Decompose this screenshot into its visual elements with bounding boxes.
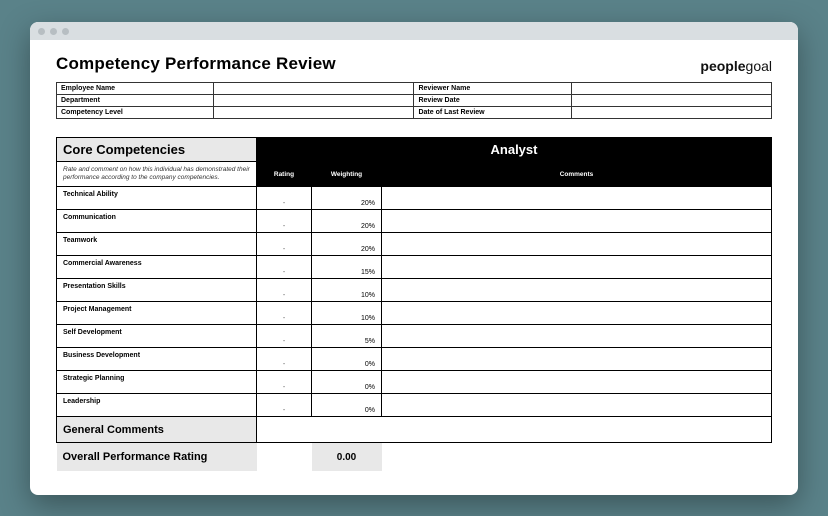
overall-rating-label: Overall Performance Rating: [57, 443, 257, 472]
competency-comment-cell[interactable]: [382, 210, 772, 233]
competency-comment-cell[interactable]: [382, 371, 772, 394]
competency-label: Strategic Planning: [57, 371, 257, 394]
competency-weight-cell: 0%: [312, 371, 382, 394]
competency-row: Commercial Awareness-15%: [57, 256, 772, 279]
core-competencies-heading: Core Competencies: [57, 138, 257, 162]
competency-rating-cell[interactable]: -: [257, 279, 312, 302]
meta-department-value[interactable]: [214, 95, 414, 107]
browser-window: Competency Performance Review peoplegoal…: [30, 22, 798, 495]
document-page: Competency Performance Review peoplegoal…: [30, 40, 798, 489]
brand-logo: peoplegoal: [700, 58, 772, 74]
competency-label: Leadership: [57, 394, 257, 417]
competency-label: Project Management: [57, 302, 257, 325]
competency-row: Communication-20%: [57, 210, 772, 233]
brand-light: goal: [746, 58, 772, 74]
role-heading: Analyst: [257, 138, 772, 162]
meta-table: Employee Name Reviewer Name Department R…: [56, 82, 772, 119]
competency-weight-cell: 15%: [312, 256, 382, 279]
competency-comment-cell[interactable]: [382, 256, 772, 279]
competency-rating-cell[interactable]: -: [257, 348, 312, 371]
competency-comment-cell[interactable]: [382, 233, 772, 256]
meta-competency-level-label: Competency Level: [57, 107, 214, 119]
general-comments-label: General Comments: [57, 417, 257, 443]
competency-label: Presentation Skills: [57, 279, 257, 302]
competency-weight-cell: 0%: [312, 348, 382, 371]
opr-empty: [382, 443, 772, 472]
overall-rating-value: 0.00: [312, 443, 382, 472]
competency-comment-cell[interactable]: [382, 302, 772, 325]
meta-department-label: Department: [57, 95, 214, 107]
page-title: Competency Performance Review: [56, 54, 336, 74]
competency-rating-cell[interactable]: -: [257, 233, 312, 256]
competency-comment-cell[interactable]: [382, 325, 772, 348]
competency-label: Teamwork: [57, 233, 257, 256]
competency-row: Presentation Skills-10%: [57, 279, 772, 302]
competency-label: Business Development: [57, 348, 257, 371]
competency-rating-cell[interactable]: -: [257, 325, 312, 348]
competency-comment-cell[interactable]: [382, 394, 772, 417]
meta-last-review-label: Date of Last Review: [414, 107, 571, 119]
competency-row: Teamwork-20%: [57, 233, 772, 256]
meta-reviewer-name-value[interactable]: [571, 83, 771, 95]
competency-comment-cell[interactable]: [382, 279, 772, 302]
competency-rating-cell[interactable]: -: [257, 302, 312, 325]
col-comments-header: Comments: [382, 162, 772, 187]
competency-weight-cell: 10%: [312, 279, 382, 302]
competency-row: Technical Ability-20%: [57, 187, 772, 210]
window-dot-close[interactable]: [38, 28, 45, 35]
competency-weight-cell: 20%: [312, 210, 382, 233]
competency-label: Communication: [57, 210, 257, 233]
competency-label: Commercial Awareness: [57, 256, 257, 279]
competency-rating-cell[interactable]: -: [257, 371, 312, 394]
competency-rating-cell[interactable]: -: [257, 256, 312, 279]
competency-row: Strategic Planning-0%: [57, 371, 772, 394]
competency-row: Business Development-0%: [57, 348, 772, 371]
meta-employee-name-value[interactable]: [214, 83, 414, 95]
competency-comment-cell[interactable]: [382, 187, 772, 210]
competency-rating-cell[interactable]: -: [257, 210, 312, 233]
meta-competency-level-value[interactable]: [214, 107, 414, 119]
brand-bold: people: [700, 58, 745, 74]
window-dot-minimize[interactable]: [50, 28, 57, 35]
competency-label: Self Development: [57, 325, 257, 348]
competency-weight-cell: 20%: [312, 233, 382, 256]
col-weighting-header: Weighting: [312, 162, 382, 187]
meta-employee-name-label: Employee Name: [57, 83, 214, 95]
meta-reviewer-name-label: Reviewer Name: [414, 83, 571, 95]
competency-comment-cell[interactable]: [382, 348, 772, 371]
col-rating-header: Rating: [257, 162, 312, 187]
competency-row: Self Development-5%: [57, 325, 772, 348]
competency-row: Project Management-10%: [57, 302, 772, 325]
meta-review-date-label: Review Date: [414, 95, 571, 107]
window-dot-zoom[interactable]: [62, 28, 69, 35]
competency-rating-cell[interactable]: -: [257, 394, 312, 417]
competency-row: Leadership-0%: [57, 394, 772, 417]
competency-table: Core Competencies Analyst Rate and comme…: [56, 137, 772, 471]
window-chrome: [30, 22, 798, 40]
competency-label: Technical Ability: [57, 187, 257, 210]
opr-spacer: [257, 443, 312, 472]
competency-weight-cell: 20%: [312, 187, 382, 210]
meta-review-date-value[interactable]: [571, 95, 771, 107]
general-comments-cell[interactable]: [257, 417, 772, 443]
competency-weight-cell: 0%: [312, 394, 382, 417]
competency-weight-cell: 10%: [312, 302, 382, 325]
competency-rating-cell[interactable]: -: [257, 187, 312, 210]
meta-last-review-value[interactable]: [571, 107, 771, 119]
instructions-text: Rate and comment on how this individual …: [57, 162, 257, 187]
competency-weight-cell: 5%: [312, 325, 382, 348]
